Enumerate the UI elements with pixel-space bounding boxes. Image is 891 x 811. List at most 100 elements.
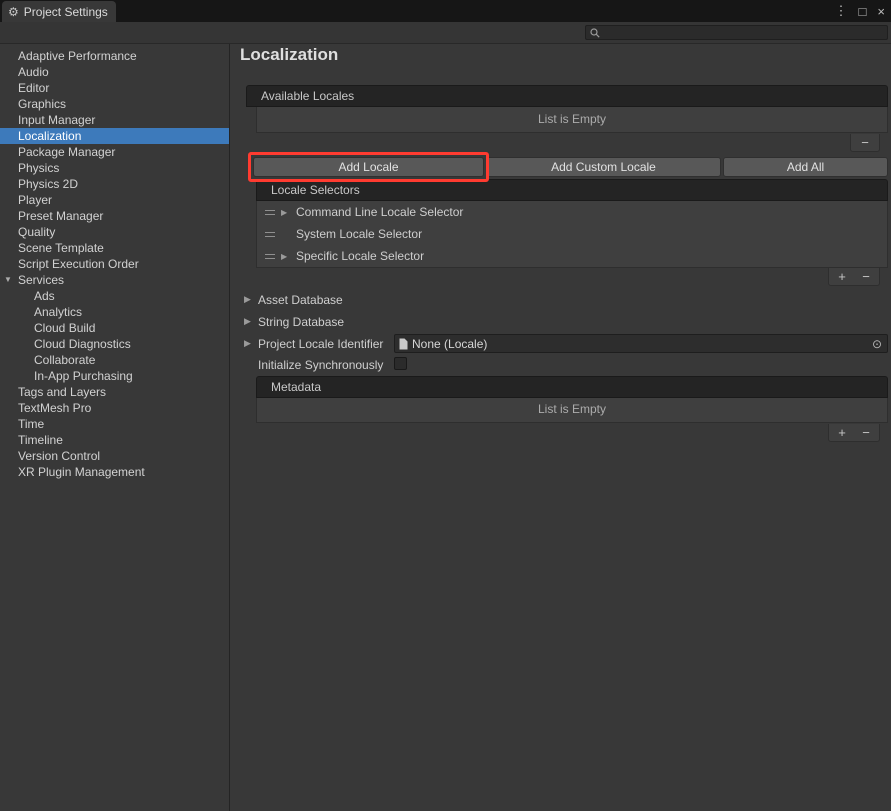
search-icon xyxy=(590,28,600,38)
initialize-synchronously-checkbox[interactable] xyxy=(394,357,407,370)
sidebar-item-label: Localization xyxy=(18,129,81,143)
tab-project-settings[interactable]: ⚙ Project Settings xyxy=(2,1,116,22)
asset-database-foldout[interactable]: ▶ Asset Database xyxy=(231,290,343,309)
sidebar-item-graphics[interactable]: Graphics xyxy=(0,96,229,112)
sidebar-item-label: Scene Template xyxy=(18,241,104,255)
empty-list-message: List is Empty xyxy=(257,398,887,421)
sidebar-item-label: Package Manager xyxy=(18,145,115,159)
sidebar-item-label: In-App Purchasing xyxy=(34,369,133,383)
window-title: Project Settings xyxy=(24,5,108,19)
sidebar-item-services[interactable]: ▼ Services xyxy=(0,272,229,288)
search-field[interactable] xyxy=(585,25,888,40)
menu-icon[interactable]: ⋮ xyxy=(835,3,848,19)
remove-metadata-button[interactable]: − xyxy=(854,425,878,440)
sidebar-item-preset-manager[interactable]: Preset Manager xyxy=(0,208,229,224)
sidebar-item-quality[interactable]: Quality xyxy=(0,224,229,240)
sidebar-item-timeline[interactable]: Timeline xyxy=(0,432,229,448)
sidebar-item-localization[interactable]: Localization xyxy=(0,128,229,144)
metadata-list: List is Empty xyxy=(256,398,888,423)
sidebar-item-xr-plugin-management[interactable]: XR Plugin Management xyxy=(0,464,229,480)
locale-selector-row[interactable]: System Locale Selector xyxy=(257,223,887,245)
gear-icon: ⚙ xyxy=(8,5,19,19)
locale-selector-label: Specific Locale Selector xyxy=(296,249,424,263)
sidebar-item-editor[interactable]: Editor xyxy=(0,80,229,96)
sidebar-item-ads[interactable]: Ads xyxy=(0,288,229,304)
remove-locale-button[interactable]: − xyxy=(853,135,877,150)
foldout-icon: ▶ xyxy=(244,316,253,327)
add-metadata-button[interactable]: + xyxy=(830,425,854,440)
string-database-foldout[interactable]: ▶ String Database xyxy=(231,312,344,331)
sidebar-item-textmesh-pro[interactable]: TextMesh Pro xyxy=(0,400,229,416)
close-icon[interactable]: × xyxy=(877,4,885,19)
main-panel: Localization Available Locales List is E… xyxy=(231,44,891,811)
sidebar-item-label: Script Execution Order xyxy=(18,257,139,271)
add-custom-locale-button[interactable]: Add Custom Locale xyxy=(486,157,721,177)
sidebar-item-player[interactable]: Player xyxy=(0,192,229,208)
empty-list-message: List is Empty xyxy=(257,107,887,131)
sidebar-item-adaptive-performance[interactable]: Adaptive Performance xyxy=(0,48,229,64)
sidebar-item-label: Tags and Layers xyxy=(18,385,106,399)
sidebar-item-label: Input Manager xyxy=(18,113,95,127)
sidebar-item-label: Physics 2D xyxy=(18,177,78,191)
foldout-icon: ▶ xyxy=(244,338,253,349)
sidebar-item-tags-and-layers[interactable]: Tags and Layers xyxy=(0,384,229,400)
maximize-icon[interactable]: □ xyxy=(859,4,867,19)
add-all-button[interactable]: Add All xyxy=(723,157,888,177)
titlebar: ⚙ Project Settings ⋮ □ × xyxy=(0,0,891,22)
sidebar-item-analytics[interactable]: Analytics xyxy=(0,304,229,320)
locale-selector-row[interactable]: ▶Command Line Locale Selector xyxy=(257,201,887,223)
sidebar-item-label: Timeline xyxy=(18,433,63,447)
metadata-header: Metadata xyxy=(256,376,888,398)
sidebar-item-label: Version Control xyxy=(18,449,100,463)
sidebar-item-cloud-build[interactable]: Cloud Build xyxy=(0,320,229,336)
remove-selector-button[interactable]: − xyxy=(854,269,878,284)
sidebar-item-label: Editor xyxy=(18,81,49,95)
sidebar-item-physics-2d[interactable]: Physics 2D xyxy=(0,176,229,192)
object-picker-icon[interactable]: ⊙ xyxy=(869,337,885,351)
foldout-icon[interactable]: ▼ xyxy=(4,272,14,288)
drag-handle-icon[interactable] xyxy=(265,232,275,237)
sidebar-item-label: Quality xyxy=(18,225,55,239)
sidebar-item-physics[interactable]: Physics xyxy=(0,160,229,176)
available-locales-footer: − xyxy=(850,134,880,152)
project-locale-identifier-field[interactable]: None (Locale) ⊙ xyxy=(394,334,888,353)
locale-selectors-header: Locale Selectors xyxy=(256,179,888,201)
sidebar-item-label: Audio xyxy=(18,65,49,79)
drag-handle-icon[interactable] xyxy=(265,210,275,215)
sidebar-item-collaborate[interactable]: Collaborate xyxy=(0,352,229,368)
sidebar-item-cloud-diagnostics[interactable]: Cloud Diagnostics xyxy=(0,336,229,352)
sidebar-item-label: Analytics xyxy=(34,305,82,319)
locale-selector-label: System Locale Selector xyxy=(296,227,422,241)
sidebar-item-scene-template[interactable]: Scene Template xyxy=(0,240,229,256)
toolbar xyxy=(0,22,891,44)
sidebar-item-label: XR Plugin Management xyxy=(18,465,145,479)
sidebar-item-label: Player xyxy=(18,193,52,207)
add-selector-button[interactable]: + xyxy=(830,269,854,284)
add-locale-button[interactable]: Add Locale xyxy=(253,157,484,177)
project-locale-identifier-foldout[interactable]: ▶ Project Locale Identifier xyxy=(231,334,383,353)
sidebar-item-script-execution-order[interactable]: Script Execution Order xyxy=(0,256,229,272)
page-title: Localization xyxy=(240,45,338,65)
sidebar-item-in-app-purchasing[interactable]: In-App Purchasing xyxy=(0,368,229,384)
foldout-icon[interactable]: ▶ xyxy=(281,208,290,217)
drag-handle-icon[interactable] xyxy=(265,254,275,259)
sidebar-item-version-control[interactable]: Version Control xyxy=(0,448,229,464)
search-input[interactable] xyxy=(604,27,883,39)
project-settings-window: ⚙ Project Settings ⋮ □ × Adaptive Perfor… xyxy=(0,0,891,811)
sidebar-item-label: Collaborate xyxy=(34,353,95,367)
sidebar-item-label: Physics xyxy=(18,161,59,175)
sidebar-item-label: Graphics xyxy=(18,97,66,111)
sidebar-item-label: Ads xyxy=(34,289,55,303)
sidebar-item-label: Services xyxy=(18,273,64,287)
sidebar-list: Adaptive PerformanceAudio Editor Graphics I… xyxy=(0,44,230,811)
foldout-icon[interactable]: ▶ xyxy=(281,252,290,261)
locale-selector-row[interactable]: ▶ Specific Locale Selector xyxy=(257,245,887,267)
sidebar-item-label: Time xyxy=(18,417,44,431)
sidebar-item-label: Cloud Diagnostics xyxy=(34,337,131,351)
foldout-icon: ▶ xyxy=(244,294,253,305)
sidebar-item-time[interactable]: Time xyxy=(0,416,229,432)
sidebar-item-input-manager[interactable]: Input Manager xyxy=(0,112,229,128)
sidebar-item-audio[interactable]: Audio xyxy=(0,64,229,80)
object-icon xyxy=(399,338,408,350)
sidebar-item-package-manager[interactable]: Package Manager xyxy=(0,144,229,160)
